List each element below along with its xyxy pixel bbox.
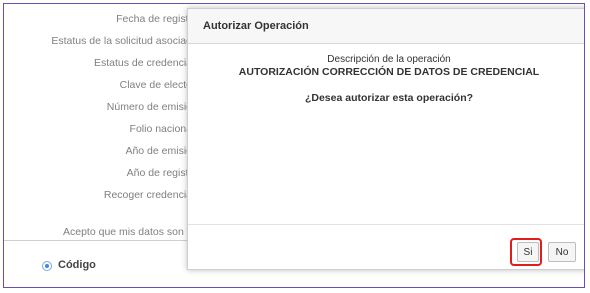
dialog-title: Autorizar Operación [203,20,309,32]
label-folio-nacional: Folio naciona [129,123,192,135]
dialog-footer: Si No [188,224,584,270]
screenshot-frame: Fecha de registr Estatus de la solicitud… [3,3,585,288]
label-recoger-credencial: Recoger credencia [103,189,192,201]
codigo-radio-label: Código [58,259,96,271]
si-button[interactable]: Si [517,242,539,262]
label-estatus-credencial: Estatus de credencia [93,57,192,69]
operation-description-label: Descripción de la operación [327,54,451,65]
authorize-operation-dialog: Autorizar Operación Descripción de la op… [187,8,584,270]
label-estatus-solicitud: Estatus de la solicitud asociad [51,35,192,47]
dialog-body: Descripción de la operación AUTORIZACIÓN… [188,44,584,224]
dialog-header: Autorizar Operación [188,9,584,44]
codigo-radio[interactable] [42,261,52,271]
label-anio-registro: Año de registr [126,167,192,179]
label-numero-emision: Número de emisió [106,101,192,113]
label-fecha-registro: Fecha de registr [116,13,192,25]
operation-name: AUTORIZACIÓN CORRECCIÓN DE DATOS DE CRED… [238,66,540,78]
label-anio-emision: Año de emisió [125,145,192,157]
label-acepto-datos: Acepto que mis datos son c [63,226,192,238]
confirmation-question: ¿Desea autorizar esta operación? [304,92,474,104]
label-clave-elector: Clave de electo [119,79,192,91]
no-button[interactable]: No [548,242,576,262]
